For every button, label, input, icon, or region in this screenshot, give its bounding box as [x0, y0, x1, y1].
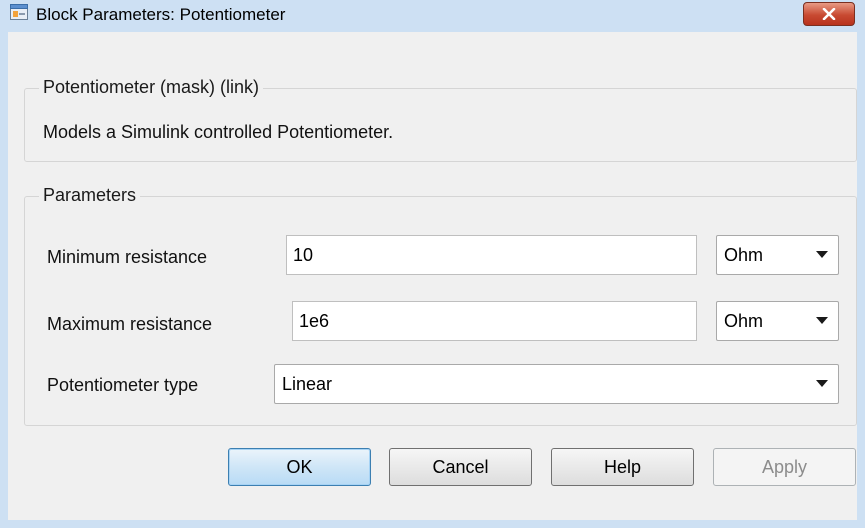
window-title: Block Parameters: Potentiometer [36, 5, 286, 24]
cancel-button[interactable]: Cancel [389, 448, 532, 486]
max-resistance-unit-select[interactable]: Ohm [716, 301, 839, 341]
chevron-down-icon [816, 317, 828, 324]
max-resistance-unit-value: Ohm [724, 310, 764, 331]
min-resistance-unit-value: Ohm [724, 244, 764, 265]
title-bar[interactable]: Block Parameters: Potentiometer [0, 0, 865, 26]
close-button[interactable] [803, 2, 855, 26]
close-icon [822, 8, 836, 20]
mask-group-title: Potentiometer (mask) (link) [39, 77, 264, 98]
potentiometer-type-value: Linear [282, 373, 333, 394]
apply-button[interactable]: Apply [713, 448, 856, 486]
chevron-down-icon [816, 251, 828, 258]
parameters-group-title: Parameters [39, 185, 141, 206]
max-resistance-label: Maximum resistance [47, 314, 213, 334]
block-parameters-icon [10, 4, 28, 20]
ok-button[interactable]: OK [228, 448, 371, 486]
potentiometer-type-label: Potentiometer type [47, 375, 199, 395]
potentiometer-type-select[interactable]: Linear [274, 364, 839, 404]
min-resistance-unit-select[interactable]: Ohm [716, 235, 839, 275]
chevron-down-icon [816, 380, 828, 387]
mask-description: Models a Simulink controlled Potentiomet… [43, 122, 394, 142]
dialog-window: Block Parameters: Potentiometer Potentio… [0, 0, 865, 528]
max-resistance-field[interactable]: 1e6 [292, 301, 697, 341]
help-button[interactable]: Help [551, 448, 694, 486]
min-resistance-label: Minimum resistance [47, 247, 208, 267]
min-resistance-field[interactable]: 10 [286, 235, 697, 275]
